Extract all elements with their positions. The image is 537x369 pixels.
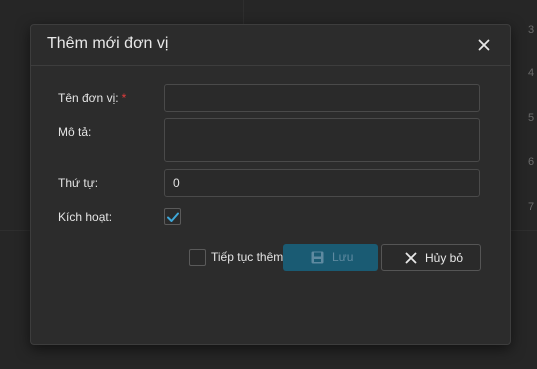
active-label: Kích hoạt: (58, 210, 113, 224)
row-number: 3 (528, 24, 535, 36)
save-button[interactable]: Lưu (283, 244, 378, 271)
save-button-label: Lưu (332, 250, 354, 264)
row-number: 5 (528, 112, 535, 124)
row-number: 7 (528, 201, 535, 213)
active-checkbox[interactable] (164, 208, 181, 225)
required-mark: * (121, 91, 127, 105)
checkmark-icon (167, 212, 179, 222)
row-number: 4 (528, 67, 535, 79)
close-icon[interactable] (475, 36, 493, 54)
order-label: Thứ tự: (58, 176, 99, 190)
dialog-header: Thêm mới đơn vị (31, 25, 510, 66)
cancel-button-label: Hủy bỏ (425, 251, 464, 265)
description-textarea[interactable] (164, 118, 480, 162)
continue-adding-checkbox[interactable] (189, 249, 206, 266)
close-icon (405, 252, 417, 264)
name-label-text: Tên đơn vị: (58, 91, 119, 105)
name-label: Tên đơn vị: * (58, 91, 126, 105)
name-input[interactable] (164, 84, 480, 112)
row-number: 6 (528, 156, 535, 168)
continue-adding-label[interactable]: Tiếp tục thêm (211, 250, 283, 264)
description-label: Mô tả: (58, 125, 92, 139)
cancel-button[interactable]: Hủy bỏ (381, 244, 481, 271)
order-input[interactable] (164, 169, 480, 197)
add-unit-dialog: Thêm mới đơn vị Tên đơn vị: * Mô tả: Thứ … (30, 24, 511, 345)
dialog-title: Thêm mới đơn vị (47, 35, 169, 52)
save-icon (311, 251, 324, 264)
